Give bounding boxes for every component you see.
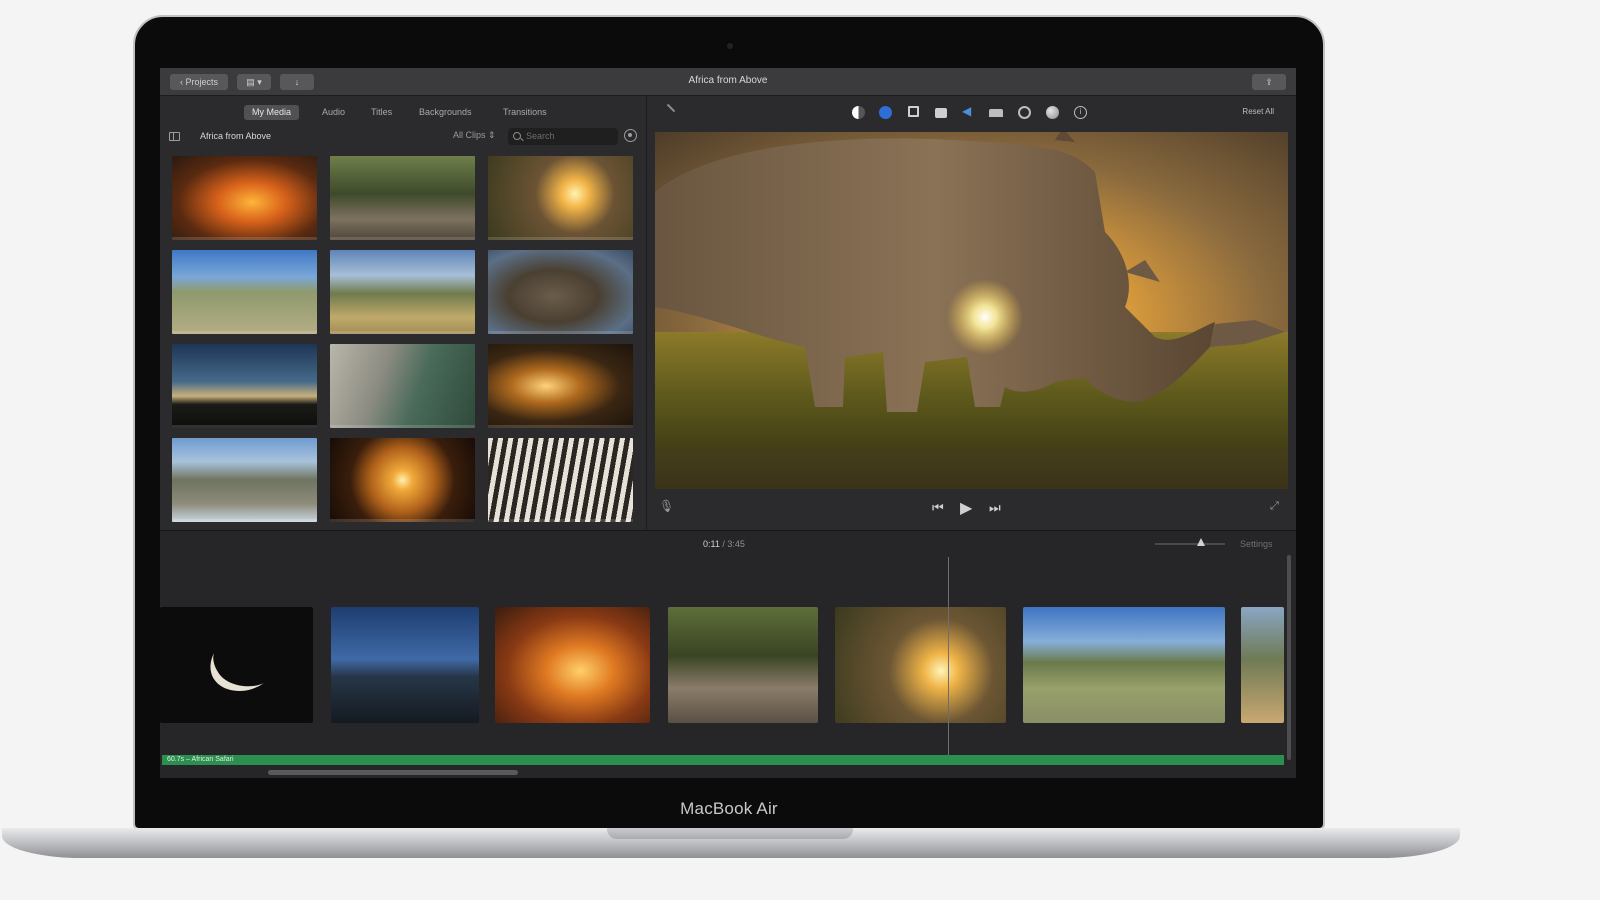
brand-label: MacBook Air	[680, 799, 778, 818]
share-button[interactable]: ⇪	[1252, 74, 1286, 90]
thumb-zebra[interactable]	[488, 438, 633, 522]
timeline-clip-rhino[interactable]	[835, 607, 1006, 723]
timeline-clip-zebras[interactable]	[1023, 607, 1225, 723]
timeline-vertical-scrollbar[interactable]	[1287, 555, 1291, 760]
title-bar: ‹ Projects ▤ ▾ ↓ Africa from Above ⇪	[160, 68, 1296, 96]
timeline-clip-forest[interactable]	[668, 607, 818, 723]
skip-back-icon[interactable]: ⏮	[932, 500, 944, 516]
thumb-savanna[interactable]	[330, 250, 475, 334]
tab-backgrounds[interactable]: Backgrounds	[411, 105, 480, 120]
info-icon[interactable]: i	[1074, 106, 1087, 119]
window-title: Africa from Above	[688, 75, 768, 86]
video-viewer	[655, 132, 1288, 489]
thumb-sunlight[interactable]	[488, 344, 633, 428]
clip-filter-select[interactable]: All Clips ⇕	[453, 130, 496, 141]
viewer-frame	[655, 132, 1288, 489]
library-title: Africa from Above	[200, 131, 272, 141]
audio-track[interactable]: 60.7s – African Safari	[162, 755, 1284, 765]
screen: ‹ Projects ▤ ▾ ↓ Africa from Above ⇪ My …	[160, 68, 1296, 778]
search-input[interactable]: Search	[508, 128, 618, 145]
timeline-clip-fire[interactable]	[495, 607, 650, 723]
thumb-rhino-sunset[interactable]	[488, 156, 633, 240]
audio-track-label: 60.7s – African Safari	[167, 756, 234, 763]
timecode: 0:11 / 3:45	[703, 539, 745, 549]
color-correction-icon[interactable]	[879, 106, 892, 119]
moon-icon	[210, 653, 264, 691]
thumb-forest[interactable]	[330, 156, 475, 240]
gear-icon[interactable]	[624, 129, 637, 142]
tab-transitions[interactable]: Transitions	[495, 105, 555, 120]
timeline-clip-jeep[interactable]	[331, 607, 479, 723]
timeline-settings-button[interactable]: Settings	[1240, 539, 1273, 549]
crop-icon[interactable]	[908, 106, 919, 117]
playback-controls: 🎙 ⏮ ▶ ⏭ ⤢	[655, 493, 1288, 525]
timeline-scrollbar[interactable]	[268, 770, 518, 775]
thumb-herd[interactable]	[172, 438, 317, 522]
zoom-slider[interactable]	[1155, 543, 1225, 545]
thumb-silhouette[interactable]	[172, 344, 317, 428]
thumb-hands[interactable]	[330, 344, 475, 428]
thumb-sunset[interactable]	[330, 438, 475, 522]
volume-icon[interactable]: ◀	[962, 104, 975, 118]
search-icon	[513, 132, 521, 140]
tab-audio[interactable]: Audio	[314, 105, 353, 120]
stabilization-icon[interactable]	[935, 108, 947, 118]
reset-all-button[interactable]: Reset All	[1242, 107, 1274, 116]
sidebar-toggle-icon[interactable]	[169, 132, 180, 141]
hinge-notch	[607, 828, 853, 839]
color-balance-icon[interactable]	[852, 106, 865, 119]
tab-titles[interactable]: Titles	[363, 105, 400, 120]
noise-reduction-icon[interactable]	[989, 109, 1003, 117]
thumb-zebras[interactable]	[172, 250, 317, 334]
play-icon[interactable]: ▶	[960, 498, 972, 518]
timeline-clip-savanna[interactable]	[1241, 607, 1284, 723]
thumb-rhino[interactable]	[488, 250, 633, 334]
laptop-base	[2, 828, 1460, 858]
camera	[727, 43, 733, 49]
timeline: 0:11 / 3:45 Settings 60.7s – African Saf…	[160, 530, 1296, 778]
magic-wand-icon[interactable]	[666, 103, 676, 113]
stepper-icon: ⇕	[488, 130, 496, 140]
viewer-toolbar: ◀ i Reset All	[646, 100, 1296, 124]
search-placeholder: Search	[526, 131, 555, 141]
playhead[interactable]	[948, 557, 949, 759]
clip-filter-icon[interactable]	[1046, 106, 1059, 119]
media-tabs: My Media Audio Titles Backgrounds Transi…	[160, 100, 646, 124]
tab-my-media[interactable]: My Media	[244, 105, 300, 120]
skip-forward-icon[interactable]: ⏭	[989, 500, 1001, 516]
microphone-icon[interactable]: 🎙	[659, 499, 674, 513]
share-icon: ⇪	[1265, 77, 1273, 87]
timeline-clip-moon[interactable]	[160, 607, 313, 723]
speed-icon[interactable]	[1018, 106, 1031, 119]
thumb-fire[interactable]	[172, 156, 317, 240]
panel-divider	[646, 96, 647, 530]
zoom-slider-knob[interactable]	[1197, 538, 1205, 546]
library-bar: Africa from Above All Clips ⇕ Search	[160, 126, 646, 148]
fullscreen-icon[interactable]: ⤢	[1270, 500, 1279, 513]
